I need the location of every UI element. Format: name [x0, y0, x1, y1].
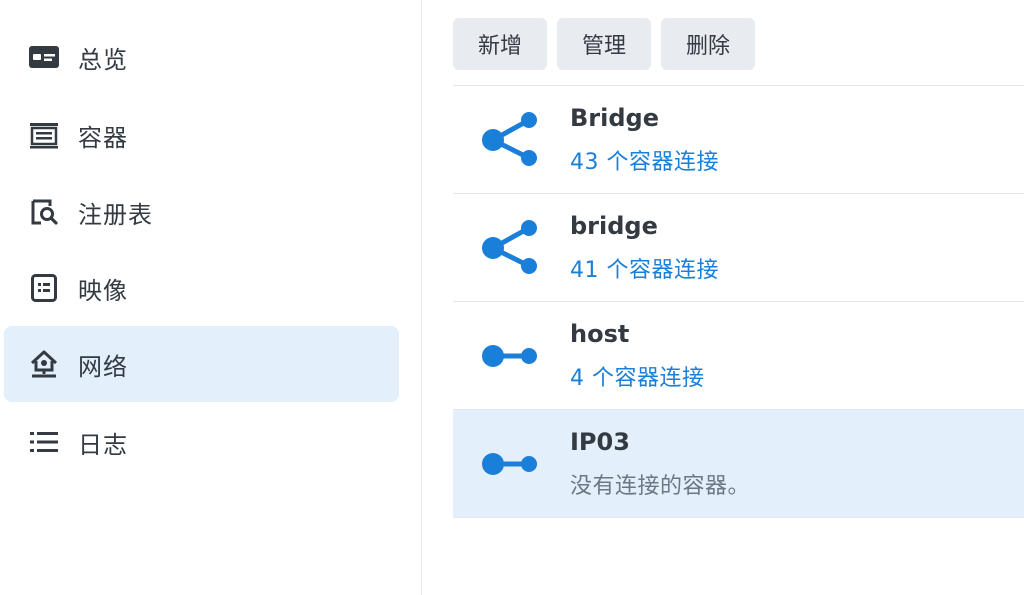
share-network-icon — [482, 111, 537, 166]
sidebar-item-registry[interactable]: 注册表 — [4, 174, 399, 250]
network-status[interactable]: 43 个容器连接 — [570, 144, 719, 176]
sidebar-item-label: 日志 — [78, 430, 128, 459]
sidebar-item-label: 网络 — [78, 352, 128, 381]
manage-button[interactable]: 管理 — [557, 18, 652, 70]
sidebar-item-network[interactable]: 网络 — [4, 326, 399, 402]
image-file-icon — [28, 272, 60, 304]
container-list-icon — [28, 119, 60, 151]
sidebar-item-logs[interactable]: 日志 — [4, 404, 399, 480]
network-name: host — [570, 320, 630, 348]
network-row[interactable]: Bridge 43 个容器连接 — [453, 86, 1024, 194]
network-row[interactable]: bridge 41 个容器连接 — [453, 194, 1024, 302]
sidebar-item-label: 容器 — [78, 123, 128, 152]
main-panel: 新增 管理 删除 Bridge 43 个容器连接 bridge 41 个容器连接… — [423, 0, 1024, 595]
link-network-icon — [482, 452, 537, 475]
sidebar-item-label: 映像 — [78, 276, 128, 305]
network-name: IP03 — [570, 428, 630, 456]
network-row[interactable]: IP03 没有连接的容器。 — [453, 410, 1024, 518]
add-button[interactable]: 新增 — [453, 18, 548, 70]
network-house-icon — [28, 348, 60, 380]
network-row[interactable]: host 4 个容器连接 — [453, 302, 1024, 410]
link-network-icon — [482, 344, 537, 367]
network-name: bridge — [570, 212, 658, 240]
sidebar: 总览 容器 注册表 映像 网络 日志 — [0, 0, 422, 595]
network-list: Bridge 43 个容器连接 bridge 41 个容器连接 host 4 个… — [453, 85, 1024, 518]
log-list-icon — [28, 426, 60, 458]
overview-card-icon — [28, 41, 60, 73]
network-status: 没有连接的容器。 — [570, 474, 751, 499]
sidebar-item-overview[interactable]: 总览 — [4, 19, 399, 95]
network-status[interactable]: 41 个容器连接 — [570, 252, 719, 284]
network-name: Bridge — [570, 104, 659, 132]
app-window: 总览 容器 注册表 映像 网络 日志 新增 管理 删除 Bridge 43 个容… — [0, 0, 1024, 595]
sidebar-item-label: 注册表 — [78, 200, 153, 229]
delete-button[interactable]: 删除 — [661, 18, 756, 70]
sidebar-item-images[interactable]: 映像 — [4, 250, 399, 326]
registry-search-icon — [28, 196, 60, 228]
toolbar: 新增 管理 删除 — [453, 18, 756, 70]
share-network-icon — [482, 219, 537, 274]
sidebar-item-containers[interactable]: 容器 — [4, 97, 399, 173]
sidebar-item-label: 总览 — [78, 45, 128, 74]
network-status[interactable]: 4 个容器连接 — [570, 360, 705, 392]
